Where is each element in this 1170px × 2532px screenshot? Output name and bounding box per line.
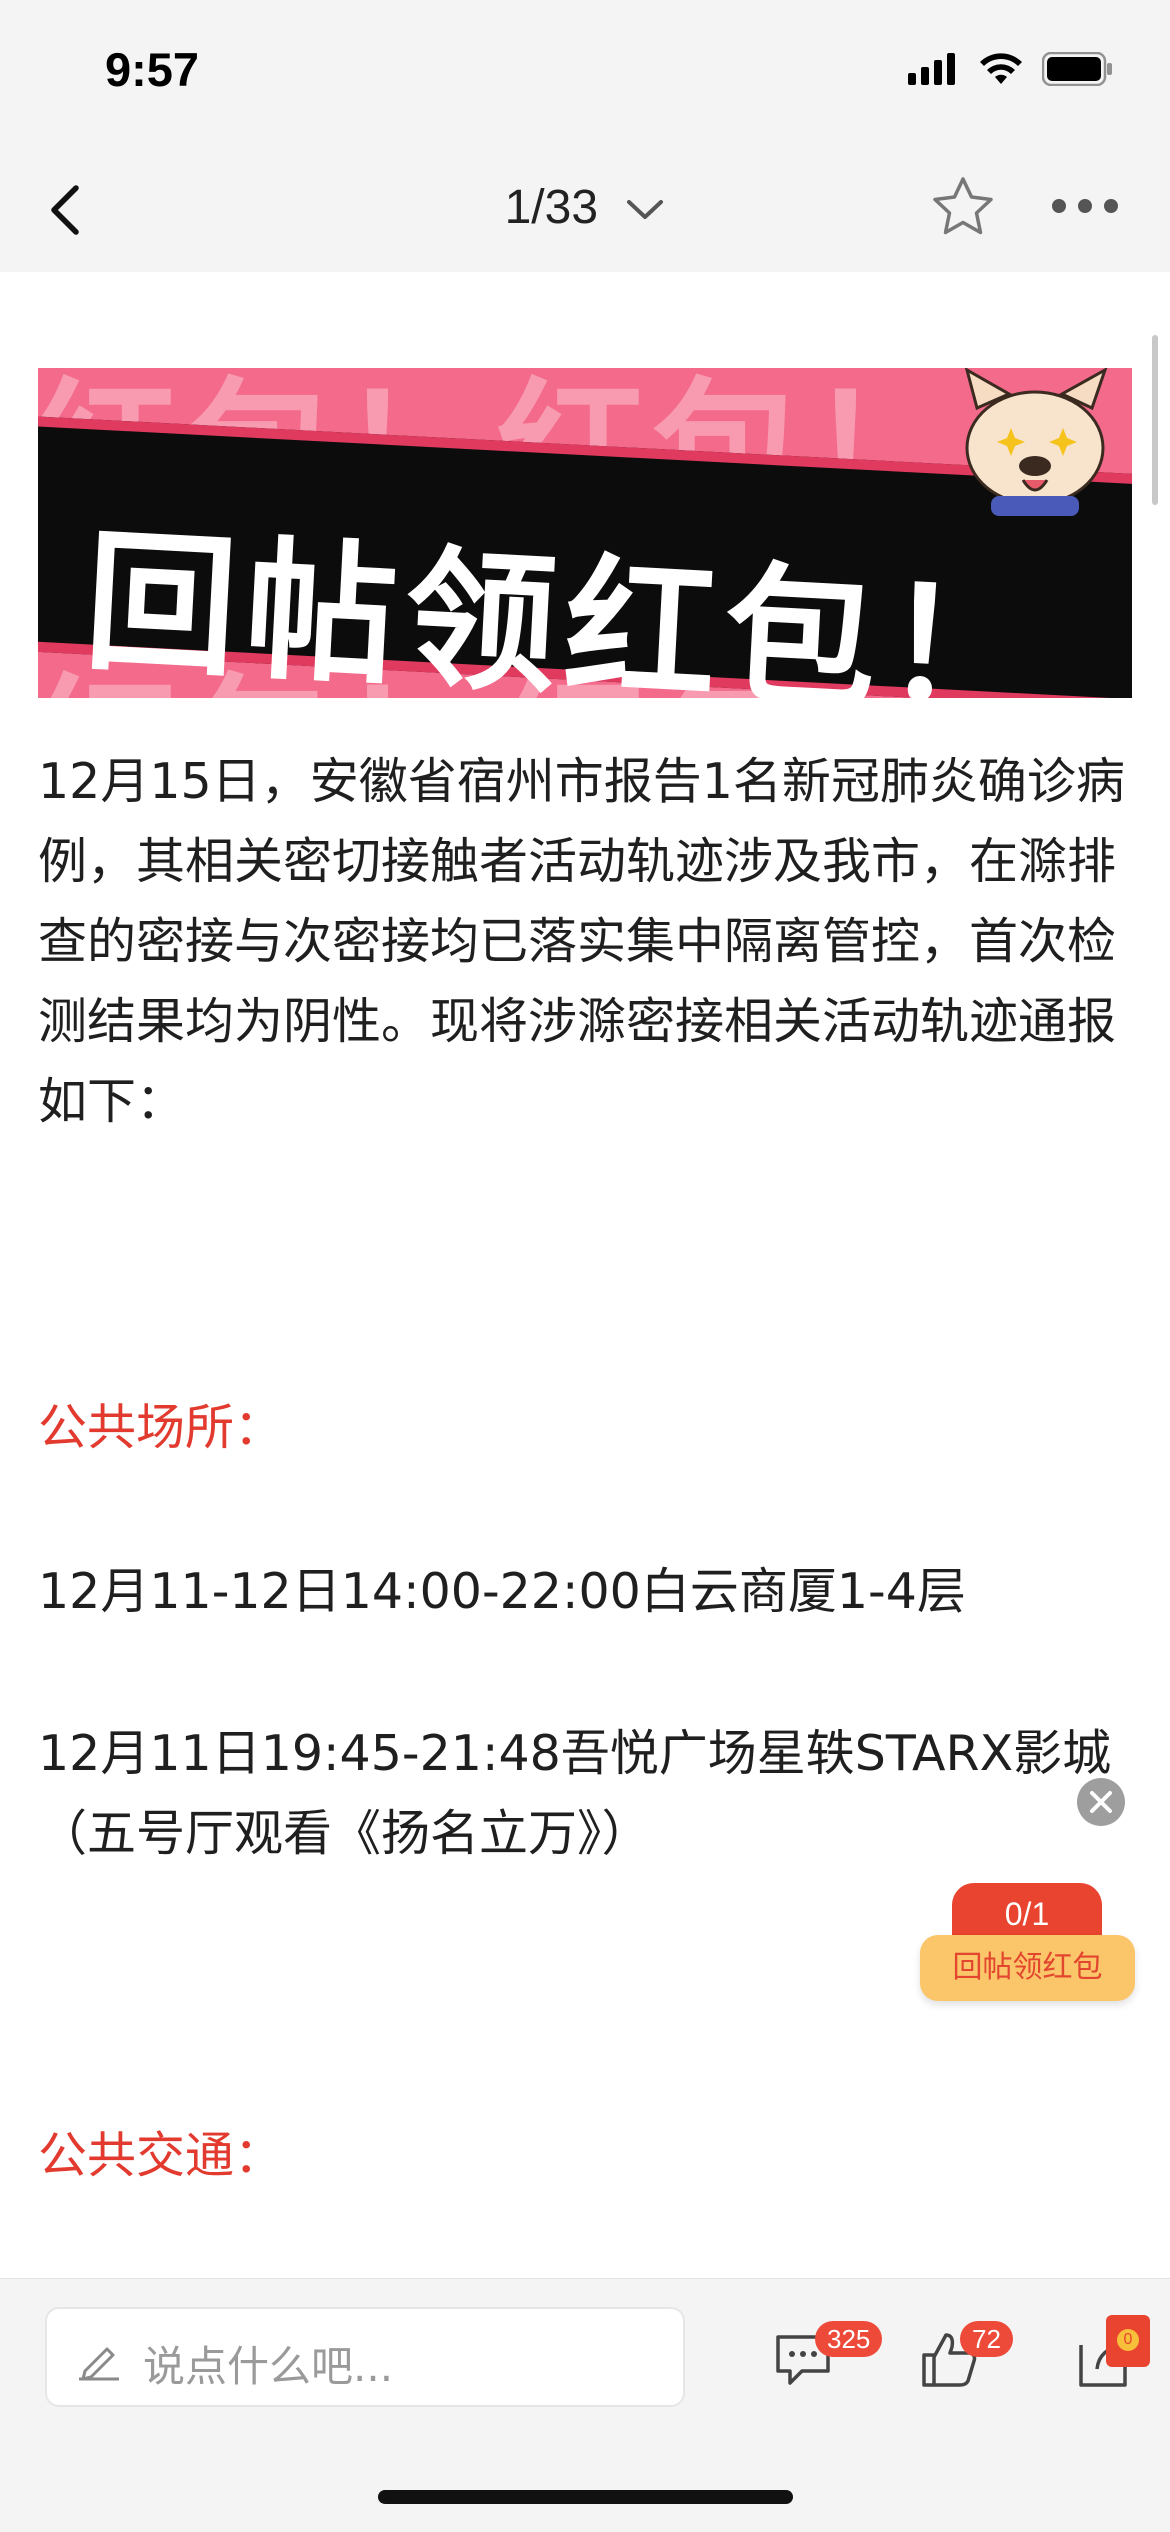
signal-icon	[908, 53, 955, 85]
page-counter-label: 1/33	[504, 181, 599, 234]
article-item-2: 12月11日19:45-21:48吾悦广场星轶STARX影城（五号厅观看《扬名立…	[38, 1725, 1112, 1862]
close-icon[interactable]	[1077, 1778, 1125, 1826]
article-item-1: 12月11-12日14:00-22:00白云商厦1-4层	[38, 1563, 966, 1620]
pen-icon	[79, 2347, 119, 2381]
redpack-label: 回帖领红包	[920, 1935, 1135, 2001]
section-heading-public-transport: 公共交通：	[38, 2127, 284, 2184]
wifi-icon	[980, 53, 1022, 84]
status-time: 9:57	[105, 43, 200, 96]
chevron-down-icon	[627, 200, 664, 220]
comment-count-badge: 325	[815, 2321, 883, 2357]
promo-banner[interactable]: 红包！红包！ 红包！红包！ 回帖领红包！	[38, 368, 1132, 698]
battery-icon	[1042, 52, 1112, 86]
more-icon[interactable]	[1050, 188, 1120, 224]
comment-placeholder: 说点什么吧...	[143, 2342, 394, 2391]
dog-mascot-icon	[964, 368, 1108, 516]
status-icons	[908, 52, 1114, 86]
share-redpack-badge: 0	[1106, 2315, 1150, 2367]
article-intro: 12月15日，安徽省宿州市报告1名新冠肺炎确诊病例，其相关密切接触者活动轨迹涉及…	[38, 753, 1125, 1130]
section-heading-public-places: 公共场所：	[38, 1399, 284, 1456]
star-icon[interactable]	[930, 174, 996, 240]
comment-input[interactable]: 说点什么吧...	[45, 2307, 685, 2407]
home-indicator	[378, 2490, 793, 2504]
like-count-badge: 72	[960, 2321, 1013, 2357]
share-badge-coin: 0	[1117, 2329, 1139, 2351]
reply-redpack-widget[interactable]: 0/1 回帖领红包	[920, 1883, 1135, 2003]
scroll-indicator[interactable]	[1152, 335, 1158, 505]
nav-bar: 1/33	[0, 150, 1170, 272]
status-bar: 9:57	[0, 0, 1170, 150]
